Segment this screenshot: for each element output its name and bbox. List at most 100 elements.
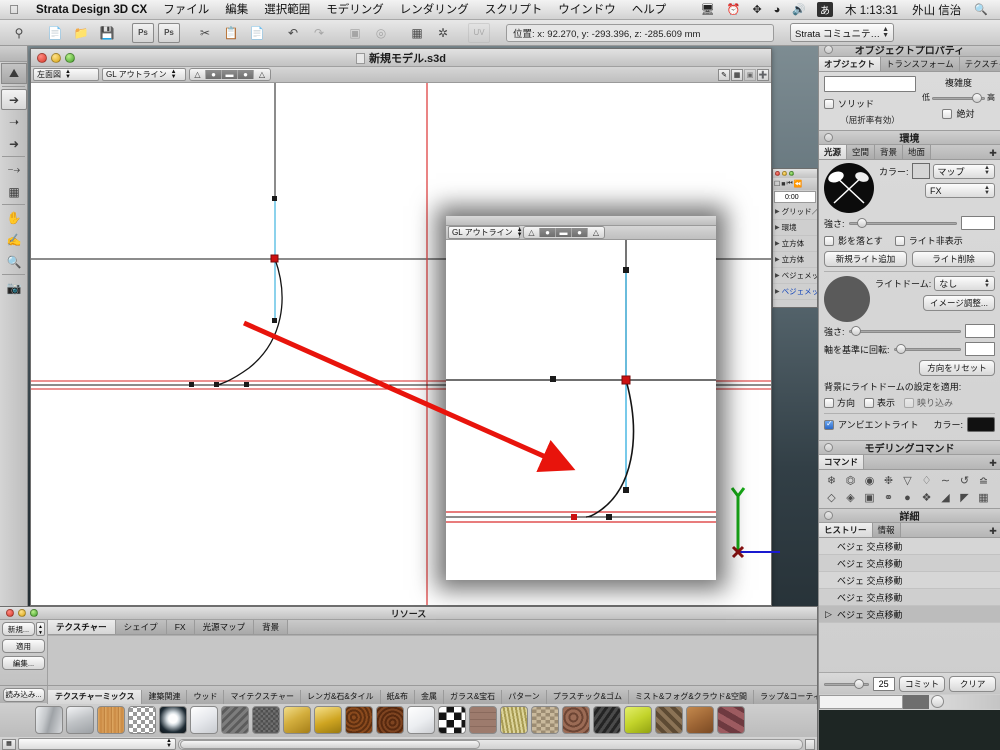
search-icon[interactable]: 🔍 [968,3,994,16]
tab-info[interactable]: 情報 [872,523,901,537]
clear-button[interactable]: クリア [949,675,997,692]
disclosure-circle-icon[interactable] [824,133,833,142]
hide-light-checkbox[interactable] [894,235,905,246]
texture-swatch-strip[interactable] [0,703,817,737]
rotate-select-tool[interactable]: ➜ [1,133,27,154]
swatch-filter-popup[interactable]: ▲ ▼ [18,738,176,750]
segment-extra[interactable]: △ [254,70,270,79]
texture-swatch[interactable] [128,706,156,734]
texture-swatch[interactable] [283,706,311,734]
edit-resource-button[interactable]: 編集... [2,656,45,670]
disclosure-triangle-icon[interactable]: ▶ [775,256,780,263]
disclosure-triangle-icon[interactable]: ▶ [775,288,780,295]
light-fx-popup[interactable]: FX ▲ ▼ [925,183,995,198]
mirror-icon[interactable]: ◤ [955,489,974,506]
light-preview-sphere[interactable] [824,163,874,213]
inset-canvas[interactable] [446,240,716,580]
cat-tab-wood[interactable]: ウッド [187,689,225,704]
render-mode-popup[interactable]: GL アウトライン ▲ ▼ [102,68,186,81]
open-folder-icon[interactable]: 📁 [70,23,92,43]
prev-icon[interactable]: ⏪ [794,180,803,188]
boolean-icon[interactable]: ▣ [860,489,879,506]
paste-icon[interactable]: 📄 [246,23,268,43]
layer-icon[interactable]: ▣ [744,68,756,81]
res-tab-shape[interactable]: シェイプ [115,620,167,634]
texture-swatch[interactable] [66,706,94,734]
time-machine-icon[interactable]: ⏰ [721,3,747,16]
add-tab-icon[interactable]: ✚ [986,526,1000,537]
res-tab-background[interactable]: 背景 [254,620,289,634]
group-icon[interactable]: ▣ [344,23,366,43]
chevron-updown-icon[interactable]: ▲ ▼ [36,622,45,636]
texture-swatch[interactable] [190,706,218,734]
object-row-bezier-2[interactable]: ▶ ベジェメッ [773,284,817,300]
grid-icon[interactable]: ▦ [731,68,743,81]
zoom-scroll[interactable] [929,695,1000,709]
segment-preview[interactable]: ● [238,70,254,79]
disclosure-circle-icon[interactable] [824,511,833,520]
texture-swatch[interactable] [562,706,590,734]
distribute-icon[interactable]: ▦ [406,23,428,43]
pen-icon[interactable]: ✎ [718,68,730,81]
menu-app-name[interactable]: Strata Design 3D CX [28,0,155,20]
light-map-popup[interactable]: マップ ▲ ▼ [932,163,995,179]
environment-header[interactable]: 環境 [819,130,1000,145]
reset-direction-button[interactable]: 方向をリセット [919,360,995,376]
grid-tool[interactable]: ▦ [1,181,27,202]
loft-icon[interactable]: ◈ [841,489,860,506]
history-row[interactable]: ベジェ 交点移動 [819,538,1000,555]
tab-history[interactable]: ヒストリー [819,523,873,537]
menu-clock[interactable]: 木 1:13:31 [838,2,905,18]
light-color-swatch[interactable] [911,163,930,179]
texture-swatch[interactable] [159,706,187,734]
timeline-time-field[interactable]: 0:00 [774,191,816,203]
menu-file[interactable]: ファイル [155,0,217,20]
photoshop-import-icon[interactable]: Ps [132,22,154,43]
inset-segment-extra[interactable]: △ [588,228,604,237]
add-tab-icon[interactable]: ✚ [986,458,1000,469]
axis-rotate-field[interactable] [965,342,995,356]
commit-button[interactable]: コミット [898,675,946,692]
texture-swatch[interactable] [686,706,714,734]
new-light-button[interactable]: 新規ライト追加 [824,251,907,267]
wifi-icon[interactable]: ◕ [768,4,787,16]
twist-icon[interactable]: ♢ [917,472,936,489]
axis-rotate-slider[interactable] [893,344,961,354]
texture-swatch[interactable] [531,706,559,734]
view-popup[interactable]: 左面図 ▲ ▼ [33,68,99,81]
cast-shadow-checkbox[interactable] [824,235,834,246]
cut-icon[interactable]: ✂ [194,23,216,43]
display-icon[interactable]: 🖥 [695,3,721,16]
community-popup[interactable]: Strata コミュニテ… ▲ ▼ [790,23,894,42]
menu-rendering[interactable]: レンダリング [392,0,477,20]
object-row-cube-2[interactable]: ▶ 立方体 [773,252,817,268]
texture-swatch[interactable] [407,706,435,734]
document-titlebar[interactable]: 新規モデル.s3d [31,49,771,67]
history-row[interactable]: ベジェ 交点移動 [819,555,1000,572]
new-resource-button[interactable]: 新規... [2,622,35,636]
texture-swatch[interactable] [655,706,683,734]
disclosure-triangle-icon[interactable]: ▶ [775,224,780,231]
texture-swatch[interactable] [624,706,652,734]
apply-reflection-checkbox[interactable] [904,397,915,408]
ambient-color-swatch[interactable] [967,417,995,432]
texture-swatch[interactable] [97,706,125,734]
history-row[interactable]: ベジェ 交点移動 [819,589,1000,606]
cat-tab-pattern[interactable]: パターン [502,689,547,704]
render-region-tool[interactable]: 📷 [1,277,27,298]
path-icon[interactable]: ∼ [936,472,955,489]
tab-commands[interactable]: コマンド [819,455,865,469]
menu-selection[interactable]: 選択範囲 [256,0,318,20]
tab-ground[interactable]: 地面 [903,145,932,159]
uv-icon[interactable]: ⪮ [974,472,993,489]
absolute-checkbox[interactable] [942,108,953,119]
rewind-icon[interactable]: ⏮ [787,180,793,188]
hand-tool[interactable]: ✋ [1,207,27,228]
modeling-commands-header[interactable]: モデリングコマンド [819,440,1000,455]
apply-display-checkbox[interactable] [864,397,875,408]
cat-tab-my-textures[interactable]: マイテクスチャー [224,689,301,704]
eyedropper-icon[interactable]: ⚲ [8,23,30,43]
image-adjust-button[interactable]: イメージ調整... [923,295,995,311]
bend-icon[interactable]: ↺ [955,472,974,489]
texture-swatch[interactable] [500,706,528,734]
